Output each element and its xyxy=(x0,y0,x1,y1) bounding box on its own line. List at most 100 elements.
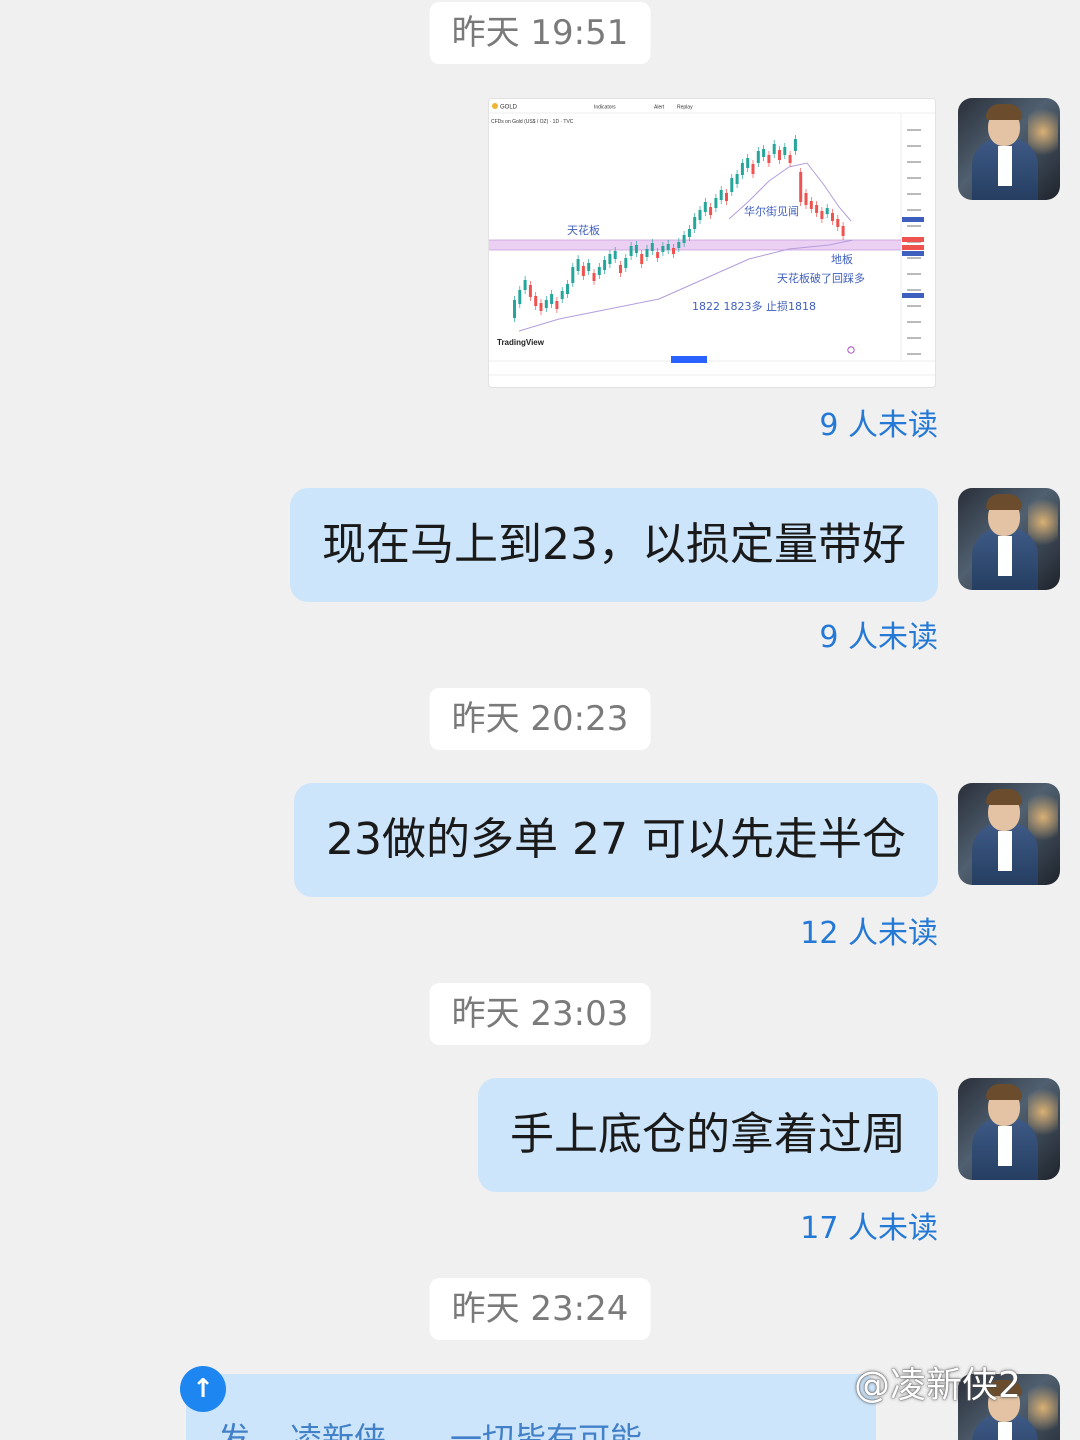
candle-body xyxy=(730,178,734,192)
alert-button: Alert xyxy=(654,105,665,111)
candle-body xyxy=(788,155,792,163)
candle-body xyxy=(677,242,681,248)
candle-body xyxy=(725,193,728,201)
chart-symbol: GOLD xyxy=(500,105,518,111)
unread-count[interactable]: 9 人未读 xyxy=(819,400,938,444)
unread-count[interactable]: 9 人未读 xyxy=(819,612,938,656)
chart-image-message[interactable]: GOLD Indicators Alert Replay CFDs on Gol… xyxy=(488,98,936,388)
timestamp: 昨天 23:03 xyxy=(429,983,651,1045)
candle-body xyxy=(656,252,660,258)
price-scale-tick xyxy=(907,209,921,211)
candle-body xyxy=(804,193,808,205)
message-bubble[interactable]: 现在马上到23，以损定量带好 xyxy=(290,488,938,602)
candle-body xyxy=(762,149,766,157)
candle-body xyxy=(783,147,787,155)
candle-body xyxy=(523,280,527,290)
candle-body xyxy=(581,266,585,276)
candle-body xyxy=(809,201,813,209)
candle-body xyxy=(645,249,649,257)
avatar[interactable] xyxy=(958,488,1060,590)
candle-body xyxy=(735,174,739,184)
candle-body xyxy=(831,213,834,221)
candle-body xyxy=(767,155,771,163)
candle-body xyxy=(592,273,596,281)
candle-body xyxy=(624,258,628,268)
price-zone xyxy=(489,240,901,250)
event-icon xyxy=(847,346,855,354)
annotation-entry: 1822 1823多 止损1818 xyxy=(692,299,816,313)
candle-body xyxy=(815,205,819,213)
candle-body xyxy=(534,296,538,306)
candle-body xyxy=(703,202,707,212)
price-chart: GOLD Indicators Alert Replay CFDs on Gol… xyxy=(489,99,935,376)
avatar[interactable] xyxy=(958,98,1060,200)
watermark: @凌新侠2 xyxy=(854,1365,1021,1406)
candle-body xyxy=(687,229,691,237)
annotation-wallstreet: 华尔街见闻 xyxy=(744,204,799,218)
annotation-ceiling: 天花板 xyxy=(567,223,600,237)
candle-body xyxy=(841,226,845,236)
candle-body xyxy=(566,284,569,294)
price-scale-tick xyxy=(907,321,921,323)
avatar[interactable] xyxy=(958,783,1060,885)
price-scale-tick xyxy=(907,129,921,131)
price-scale-tick xyxy=(907,161,921,163)
timestamp: 昨天 20:23 xyxy=(429,688,651,750)
candle-body xyxy=(597,267,601,275)
candle-body xyxy=(613,251,617,259)
candle-body xyxy=(650,243,654,251)
candle-body xyxy=(640,254,644,264)
candle-body xyxy=(629,246,633,256)
chat-window: 昨天 19:51 GOLD Indicators Alert Replay CF… xyxy=(0,0,1080,1440)
candle-body xyxy=(560,291,564,299)
price-scale-tick xyxy=(907,273,921,275)
message-bubble[interactable]: 手上底仓的拿着过周 xyxy=(478,1078,938,1192)
annotation-floor: 地板 xyxy=(831,252,853,266)
candle-body xyxy=(682,235,686,243)
candle-body xyxy=(751,164,755,174)
candle-body xyxy=(746,158,750,168)
candle-body xyxy=(799,172,803,202)
reply-icon[interactable]: ↑ xyxy=(180,1366,226,1412)
candle-body xyxy=(603,260,607,270)
candle-body xyxy=(672,248,675,254)
preview-mention: 凌新侠 xyxy=(290,1420,387,1440)
candle-body xyxy=(555,301,559,309)
candle-body xyxy=(661,246,665,252)
candle-body xyxy=(793,139,797,151)
price-scale-tick xyxy=(907,305,921,307)
candle-body xyxy=(714,198,718,208)
candle-body xyxy=(778,150,781,160)
candle-body xyxy=(756,151,760,163)
candle-body xyxy=(544,300,548,308)
candle-body xyxy=(634,245,638,253)
candle-body xyxy=(709,207,713,215)
candle-body xyxy=(539,303,543,311)
price-scale-tick xyxy=(907,337,921,339)
price-scale-tick xyxy=(907,257,921,259)
candle-body xyxy=(550,294,554,304)
candle-body xyxy=(825,208,829,214)
candle-body xyxy=(772,144,776,154)
candle-body xyxy=(693,217,697,229)
candle-body xyxy=(836,219,840,227)
candle-body xyxy=(513,300,516,318)
message-preview-bar[interactable]: 发 凌新侠 一切皆有可能 xyxy=(186,1374,876,1440)
unread-count[interactable]: 17 人未读 xyxy=(800,1203,938,1247)
price-scale-tick xyxy=(907,353,921,355)
timestamp: 昨天 23:24 xyxy=(429,1278,651,1340)
unread-count[interactable]: 12 人未读 xyxy=(800,908,938,952)
candle-body xyxy=(698,210,702,220)
price-scale-tick xyxy=(907,145,921,147)
ma-line-long xyxy=(518,239,854,332)
price-scale-tick xyxy=(907,289,921,291)
preview-quote: 一切皆有可能 xyxy=(450,1420,643,1440)
candle-body xyxy=(608,254,612,264)
candle-body xyxy=(576,259,580,271)
candle-body xyxy=(619,265,622,273)
candle-body xyxy=(719,190,723,200)
message-bubble[interactable]: 23做的多单 27 可以先走半仓 xyxy=(294,783,938,897)
tradingview-logo: TradingView xyxy=(497,338,545,347)
avatar[interactable] xyxy=(958,1078,1060,1180)
candle-body xyxy=(587,263,591,271)
